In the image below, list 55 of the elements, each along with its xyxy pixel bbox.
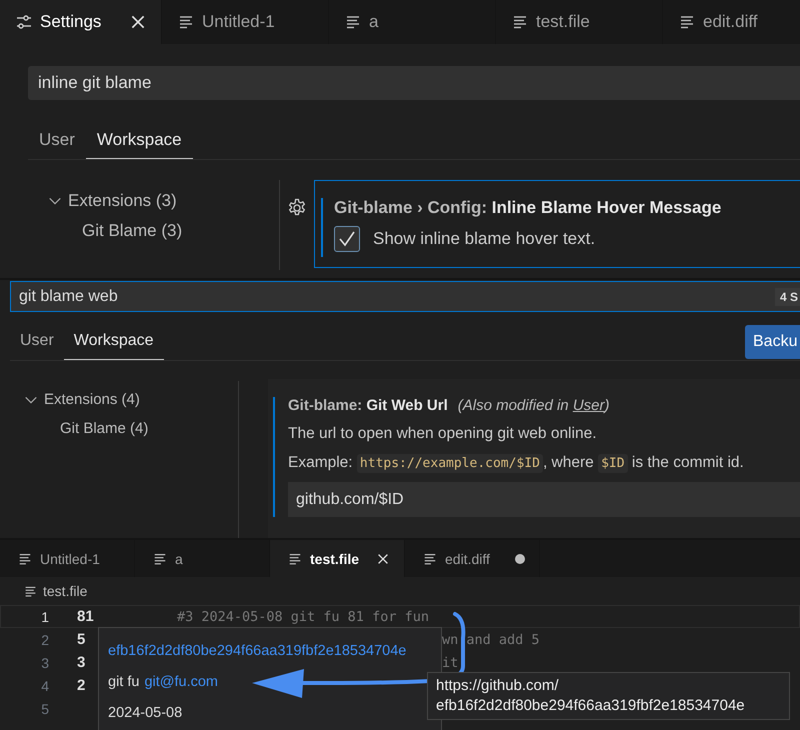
setting-description: The url to open when opening git web online.: [288, 425, 598, 443]
email-link[interactable]: git@fu.com: [144, 674, 218, 690]
file-lines-icon: [288, 552, 302, 566]
checkbox[interactable]: [334, 226, 360, 252]
line-number: 1: [40, 608, 49, 624]
tab[interactable]: Settings: [0, 0, 162, 44]
search-field[interactable]: inline git blame: [28, 66, 800, 100]
file-lines-icon: [178, 14, 194, 30]
tree-item[interactable]: Extensions (4): [10, 385, 238, 414]
backup-button[interactable]: Backu: [745, 325, 800, 359]
settings-icon: [16, 14, 32, 30]
file-lines-icon: [24, 584, 37, 598]
file-lines-icon: [679, 14, 695, 30]
inline-blame: it: [442, 654, 458, 670]
code-text: 81: [76, 608, 95, 625]
code-text: 2: [76, 677, 86, 694]
url-field[interactable]: github.com/$ID: [288, 482, 800, 517]
tooltip-text: https://github.com/: [436, 676, 560, 696]
result-count-badge: 4 S: [775, 288, 800, 306]
line-number: 5: [40, 700, 49, 716]
tab[interactable]: test.file: [270, 540, 405, 577]
inline-blame: wn and add 5: [442, 632, 540, 648]
search-field[interactable]: git blame web 4 S: [10, 281, 800, 312]
unsaved-dot-icon: [515, 554, 525, 564]
commit-hash-link[interactable]: efb16f2d2df80be294f66aa319fbf2e18534704e: [108, 635, 432, 666]
file-lines-icon: [345, 14, 361, 30]
user-link[interactable]: User: [572, 397, 604, 414]
modified-note: (Also modified in User): [458, 397, 610, 414]
scope-tab[interactable]: User: [10, 324, 64, 360]
checkmark-icon: [337, 229, 357, 249]
code-text: 3: [76, 654, 86, 671]
code-text: 5: [76, 631, 86, 648]
breadcrumb[interactable]: test.file: [0, 577, 800, 605]
line-number: 4: [40, 678, 49, 694]
checkbox-label: Show inline blame hover text.: [373, 229, 596, 249]
file-lines-icon: [512, 14, 528, 30]
line-number: 3: [40, 654, 49, 670]
setting-title: Git-blame › Config: Inline Blame Hover Message: [334, 198, 722, 218]
tooltip-text: efb16f2d2df80be294f66aa319fbf2e18534704e: [436, 696, 746, 716]
close-icon: [129, 13, 147, 31]
setting-title: Git-blame: Git Web Url: [288, 397, 448, 414]
file-lines-icon: [423, 552, 437, 566]
inline-blame: #3 2024-05-08 git fu 81 for fun: [177, 608, 429, 624]
tree-item[interactable]: Git Blame (4): [10, 414, 238, 443]
file-lines-icon: [18, 552, 32, 566]
example-text: Example: https://example.com/$ID , where $ID is the commit id.: [288, 454, 745, 472]
commit-date: 2024-05-08: [108, 704, 184, 722]
line-number: 2: [40, 632, 49, 648]
tree-item[interactable]: Git Blame (3): [28, 216, 279, 246]
tree-item[interactable]: Extensions (3): [28, 186, 279, 216]
file-lines-icon: [153, 552, 167, 566]
gear-icon: [287, 198, 307, 218]
scope-tab[interactable]: User: [28, 124, 86, 159]
author-name: git fu: [108, 674, 140, 690]
close-icon: [376, 552, 390, 566]
